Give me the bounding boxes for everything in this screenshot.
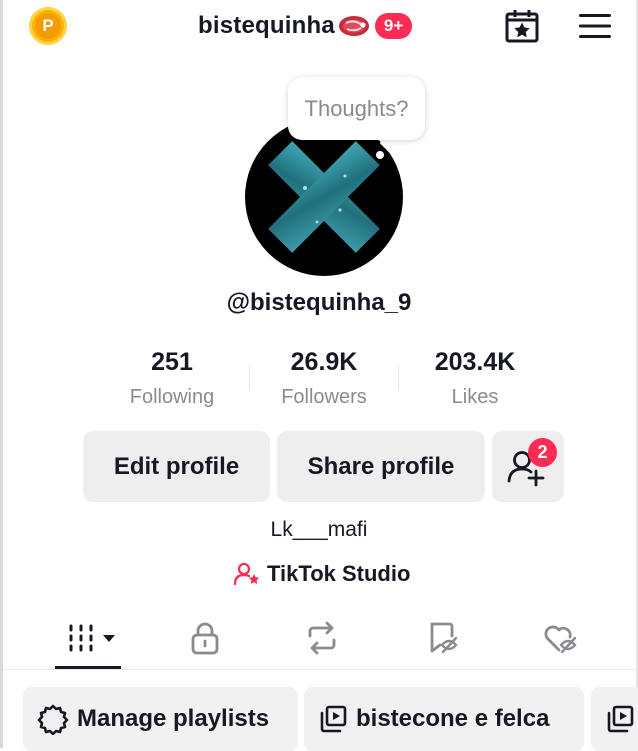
heart-hidden-icon [544,625,577,654]
stat-following[interactable]: 251 Following [102,346,242,409]
thoughts-bubble[interactable]: Thoughts? [288,77,425,140]
playlist-icon [320,705,347,733]
coins-button[interactable]: P [29,7,67,45]
creator-star-icon [233,562,260,586]
account-switcher[interactable]: bistequinha 9+ [198,10,413,42]
stat-divider [398,366,399,390]
playlist-item-label: bistecone e felca [356,705,550,732]
tab-reposts[interactable] [294,614,350,662]
tabs-divider [3,669,638,670]
header-username: bistequinha [198,12,335,39]
followers-label: Followers [281,386,367,408]
thoughts-bubble-text: Thoughts? [304,95,409,121]
bubble-dot [376,151,384,159]
profile-bio: Lk___mafi [270,518,368,541]
share-profile-button[interactable]: Share profile [277,431,485,502]
gear-icon [37,704,69,735]
tab-liked[interactable] [532,614,588,662]
menu-icon[interactable] [578,12,612,40]
followers-count: 26.9K [290,348,358,376]
videos-grid-icon [69,624,115,652]
coin-icon: P [35,13,61,39]
repost-icon [308,621,336,655]
notification-badge: 9+ [374,13,413,39]
likes-label: Likes [451,386,499,408]
manage-playlists-button[interactable]: Manage playlists [23,687,298,751]
tab-videos[interactable] [61,614,117,662]
playlist-item[interactable] [591,687,638,751]
stat-divider [249,366,250,390]
add-user-icon [507,451,545,487]
profile-handle: @bistequinha_9 [226,289,412,316]
friend-requests-badge: 2 [528,438,557,467]
following-count: 251 [151,348,193,376]
following-label: Following [129,386,215,408]
add-friends-button[interactable] [492,431,564,502]
bookmark-hidden-icon [430,622,458,654]
stat-likes[interactable]: 203.4K Likes [405,346,545,409]
calendar-star-icon[interactable] [504,8,540,44]
top-bar: P bistequinha 9+ [0,0,638,60]
playlist-item[interactable]: bistecone e felca [304,687,584,751]
tiktok-studio-link[interactable]: TikTok Studio [233,560,410,588]
steak-emoji-icon [338,16,369,36]
edit-profile-button[interactable]: Edit profile [83,431,270,502]
left-edge [0,0,3,748]
tab-private[interactable] [177,614,233,662]
manage-playlists-label: Manage playlists [77,705,270,732]
stat-followers[interactable]: 26.9K Followers [254,346,394,409]
playlist-icon [607,705,634,733]
tab-favorites[interactable] [414,614,470,662]
tiktok-studio-label: TikTok Studio [267,561,411,586]
likes-count: 203.4K [434,348,516,376]
lock-icon [191,622,219,655]
